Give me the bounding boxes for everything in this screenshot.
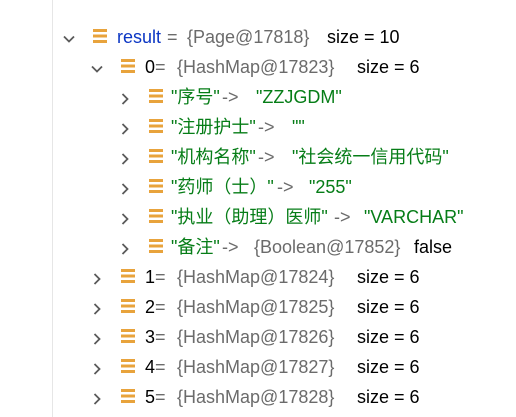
entry-key: "备注": [171, 237, 220, 257]
object-ref: {HashMap@17824}: [177, 267, 335, 287]
entry-value: false: [414, 237, 453, 257]
object-ref: {HashMap@17828}: [177, 387, 335, 407]
debugger-variables-tree: result = {Page@17818} size = 10 0 = {Has…: [0, 0, 516, 417]
tree-node-2[interactable]: 2 = {HashMap@17825} size = 6: [0, 292, 516, 322]
variable-name: 0: [145, 57, 156, 77]
object-ref: {HashMap@17827}: [177, 357, 335, 377]
entry-arrow: ->: [222, 237, 239, 257]
map-entry[interactable]: "执业（助理）医师" -> "VARCHAR": [0, 202, 516, 232]
field-icon: [148, 238, 164, 254]
size-label: size = 6: [357, 387, 420, 407]
equals-sign: =: [155, 297, 166, 317]
field-icon: [120, 268, 136, 284]
tree-node-5[interactable]: 5 = {HashMap@17828} size = 6: [0, 382, 516, 412]
chevron-right-icon[interactable]: [90, 330, 104, 345]
field-icon: [120, 298, 136, 314]
chevron-right-icon[interactable]: [90, 270, 104, 285]
field-icon: [120, 388, 136, 404]
chevron-right-icon[interactable]: [118, 180, 132, 195]
entry-value: "社会统一信用代码": [292, 147, 449, 167]
variable-name: 3: [145, 327, 156, 347]
object-ref: {HashMap@17825}: [177, 297, 335, 317]
entry-key: "药师（士）": [171, 177, 274, 197]
size-label: size = 10: [327, 27, 400, 47]
entry-value: "255": [309, 177, 352, 197]
variable-name: 1: [145, 267, 156, 287]
entry-value: "": [292, 117, 305, 137]
equals-sign: =: [155, 387, 166, 407]
field-icon: [120, 358, 136, 374]
size-label: size = 6: [357, 327, 420, 347]
field-icon: [148, 178, 164, 194]
chevron-right-icon[interactable]: [90, 390, 104, 405]
map-entry[interactable]: "序号" -> "ZZJGDM": [0, 82, 516, 112]
field-icon: [148, 148, 164, 164]
chevron-right-icon[interactable]: [118, 150, 132, 165]
object-ref: {HashMap@17826}: [177, 327, 335, 347]
entry-key: "序号": [171, 87, 220, 107]
size-label: size = 6: [357, 297, 420, 317]
field-icon: [148, 88, 164, 104]
field-icon: [148, 208, 164, 224]
chevron-down-icon[interactable]: [62, 30, 76, 44]
entry-arrow: ->: [258, 117, 275, 137]
size-label: size = 6: [357, 357, 420, 377]
object-ref: {Page@17818}: [187, 27, 310, 47]
map-entry[interactable]: "备注" -> {Boolean@17852} false: [0, 232, 516, 262]
map-entry[interactable]: "药师（士）" -> "255": [0, 172, 516, 202]
entry-value: "VARCHAR": [364, 207, 464, 227]
object-ref: {HashMap@17823}: [177, 57, 335, 77]
variable-name: result: [117, 27, 162, 47]
tree-node-1[interactable]: 1 = {HashMap@17824} size = 6: [0, 262, 516, 292]
variable-name: 2: [145, 297, 156, 317]
size-label: size = 6: [357, 267, 420, 287]
chevron-right-icon[interactable]: [90, 360, 104, 375]
tree-node-3[interactable]: 3 = {HashMap@17826} size = 6: [0, 322, 516, 352]
field-icon: [120, 328, 136, 344]
field-icon: [120, 58, 136, 74]
entry-arrow: ->: [258, 147, 275, 167]
chevron-right-icon[interactable]: [118, 90, 132, 105]
field-icon: [148, 118, 164, 134]
entry-arrow: ->: [222, 87, 239, 107]
entry-key: "执业（助理）医师": [171, 207, 328, 227]
chevron-right-icon[interactable]: [90, 300, 104, 315]
entry-arrow: ->: [277, 177, 294, 197]
equals-sign: =: [155, 267, 166, 287]
field-icon: [92, 28, 108, 44]
variable-name: 4: [145, 357, 156, 377]
entry-arrow: ->: [334, 207, 351, 227]
tree-node-4[interactable]: 4 = {HashMap@17827} size = 6: [0, 352, 516, 382]
map-entry[interactable]: "注册护士" -> "": [0, 112, 516, 142]
size-label: size = 6: [357, 57, 420, 77]
chevron-down-icon[interactable]: [90, 60, 104, 74]
entry-key: "机构名称": [171, 147, 256, 167]
variable-name: 5: [145, 387, 156, 407]
equals-sign: =: [167, 27, 178, 47]
chevron-right-icon[interactable]: [118, 240, 132, 255]
tree-node-result[interactable]: result = {Page@17818} size = 10: [0, 22, 516, 52]
chevron-right-icon[interactable]: [118, 120, 132, 135]
map-entry[interactable]: "机构名称" -> "社会统一信用代码": [0, 142, 516, 172]
equals-sign: =: [155, 357, 166, 377]
chevron-right-icon[interactable]: [118, 210, 132, 225]
equals-sign: =: [155, 57, 166, 77]
entry-value: "ZZJGDM": [256, 87, 342, 107]
tree-node-0[interactable]: 0 = {HashMap@17823} size = 6: [0, 52, 516, 82]
equals-sign: =: [155, 327, 166, 347]
entry-value-ref: {Boolean@17852}: [254, 237, 401, 257]
entry-key: "注册护士": [171, 117, 256, 137]
